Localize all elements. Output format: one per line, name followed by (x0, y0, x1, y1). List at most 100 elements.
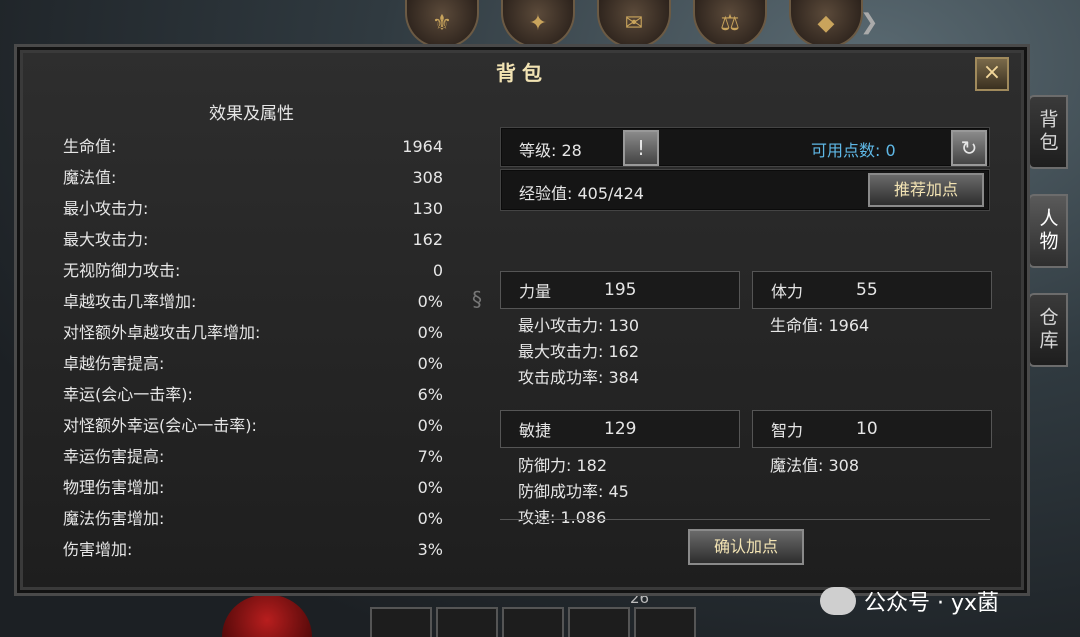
stat-label: 最小攻击力: (63, 199, 149, 218)
stat-label: 无视防御力攻击: (63, 261, 181, 280)
stat-value: 0% (417, 354, 443, 373)
tab-character[interactable]: 人物 (1028, 194, 1068, 268)
stat-row: 卓越攻击几率增加: 0% (63, 286, 443, 317)
detail-line: 最小攻击力: 130 (518, 316, 640, 335)
detail-line: 防御力: 182 (518, 456, 608, 475)
level-label: 等级: 28 (519, 141, 582, 160)
stat-value: 308 (412, 168, 443, 187)
attr-strength: 力量 195 (500, 271, 740, 309)
top-menu-icon-2[interactable]: ✦ (501, 0, 575, 48)
info-icon[interactable]: ! (623, 130, 659, 166)
stat-row: 幸运伤害提高: 7% (63, 441, 443, 472)
stat-row: 卓越伤害提高: 0% (63, 348, 443, 379)
skill-bar (370, 607, 696, 637)
stat-value: 130 (412, 199, 443, 218)
top-menu-icons: ⚜ ✦ ✉ ⚖ ◆ (405, 0, 863, 48)
top-menu-icon-3[interactable]: ✉ (597, 0, 671, 48)
stat-label: 幸运(会心一击率): (63, 385, 193, 404)
stat-label: 生命值: (63, 137, 117, 156)
stat-label: 对怪额外幸运(会心一击率): (63, 416, 257, 435)
confirm-button[interactable]: 确认加点 (688, 529, 804, 565)
attr-vitality-name: 体力 (771, 282, 804, 301)
stat-list: 生命值: 1964 魔法值: 308 最小攻击力: 130 最大攻击力: 162 无视防御力攻击… (63, 131, 443, 565)
top-menu-icon-4[interactable]: ⚖ (693, 0, 767, 48)
panel-divider (500, 519, 990, 520)
divider-ornament: § (472, 287, 482, 311)
tab-warehouse[interactable]: 仓库 (1028, 293, 1068, 367)
top-menu-icon-5[interactable]: ◆ (789, 0, 863, 48)
attr-vitality: 体力 55 (752, 271, 992, 309)
stat-row: 魔法值: 308 (63, 162, 443, 193)
stat-value: 3% (417, 540, 443, 559)
stat-row: 对怪额外幸运(会心一击率): 0% (63, 410, 443, 441)
stat-value: 0% (417, 292, 443, 311)
skill-slot[interactable] (502, 607, 564, 637)
stat-row: 魔法伤害增加: 0% (63, 503, 443, 534)
attr-energy-value: 10 (856, 419, 878, 439)
tab-bag[interactable]: 背包 (1028, 95, 1068, 169)
attr-agility: 敏捷 129 (500, 410, 740, 448)
stat-row: 物理伤害增加: 0% (63, 472, 443, 503)
attr-strength-name: 力量 (519, 282, 552, 301)
stat-label: 魔法值: (63, 168, 117, 187)
window-title: 背包 (496, 61, 548, 85)
stat-value: 162 (412, 230, 443, 249)
detail-line: 生命值: 1964 (770, 316, 870, 335)
stat-value: 0 (432, 261, 443, 280)
stat-label: 物理伤害增加: (63, 478, 165, 497)
stat-value: 1964 (402, 137, 443, 156)
top-menu-icon-1[interactable]: ⚜ (405, 0, 479, 48)
stat-row: 生命值: 1964 (63, 131, 443, 162)
attr-energy-name: 智力 (771, 421, 804, 440)
detail-line: 攻速: 1.086 (518, 508, 607, 527)
stat-row: 无视防御力攻击: 0 (63, 255, 443, 286)
reset-icon[interactable]: ↻ (951, 130, 987, 166)
detail-line: 攻击成功率: 384 (518, 368, 640, 387)
stat-value: 6% (417, 385, 443, 404)
skill-slot[interactable] (436, 607, 498, 637)
stat-row: 最小攻击力: 130 (63, 193, 443, 224)
detail-line: 最大攻击力: 162 (518, 342, 640, 361)
exp-bar: 经验值: 405/424 推荐加点 (500, 169, 990, 211)
stat-value: 0% (417, 416, 443, 435)
available-points: 可用点数: 0 (811, 141, 896, 160)
close-icon[interactable]: × (975, 57, 1009, 91)
stat-value: 0% (417, 323, 443, 342)
vitality-details: 生命值: 1964 (770, 313, 869, 339)
stat-label: 幸运伤害提高: (63, 447, 165, 466)
watermark-text: 公众号 · yx菌 (864, 591, 1000, 616)
energy-details: 魔法值: 308 (770, 453, 859, 479)
attr-strength-value: 195 (604, 280, 637, 300)
attr-agility-value: 129 (604, 419, 637, 439)
detail-line: 魔法值: 308 (770, 456, 860, 475)
stat-label: 卓越攻击几率增加: (63, 292, 197, 311)
exp-label: 经验值: 405/424 (519, 184, 644, 203)
watermark: 公众号 · yx菌 (820, 585, 999, 617)
stat-value: 0% (417, 478, 443, 497)
skill-slot[interactable] (634, 607, 696, 637)
skill-slot[interactable] (370, 607, 432, 637)
strength-details: 最小攻击力: 130 最大攻击力: 162 攻击成功率: 384 (518, 313, 639, 391)
attr-energy: 智力 10 (752, 410, 992, 448)
stat-value: 7% (417, 447, 443, 466)
stats-panel: 效果及属性 生命值: 1964 魔法值: 308 最小攻击力: 130 最大攻击力: 162 无… (39, 99, 469, 579)
stat-label: 卓越伤害提高: (63, 354, 165, 373)
stat-row: 最大攻击力: 162 (63, 224, 443, 255)
wechat-icon (820, 587, 856, 615)
skill-slot[interactable] (568, 607, 630, 637)
stat-label: 对怪额外卓越攻击几率增加: (63, 323, 261, 342)
stat-label: 伤害增加: (63, 540, 133, 559)
chevron-right-icon[interactable]: ❯ (860, 10, 878, 35)
character-window: 背包 × 效果及属性 生命值: 1964 魔法值: 308 最小攻击力: 130 最大攻击力… (14, 44, 1030, 596)
stats-header: 效果及属性 (209, 104, 294, 124)
stat-label: 魔法伤害增加: (63, 509, 165, 528)
attr-vitality-value: 55 (856, 280, 878, 300)
side-tabs: 背包 人物 仓库 (1028, 95, 1068, 392)
stat-label: 最大攻击力: (63, 230, 149, 249)
attribute-panel: 等级: 28 ! 可用点数: 0 ↻ 经验值: 405/424 推荐加点 力量 … (500, 127, 996, 567)
stat-row: 幸运(会心一击率): 6% (63, 379, 443, 410)
recommend-button[interactable]: 推荐加点 (868, 173, 984, 207)
detail-line: 防御成功率: 45 (518, 482, 629, 501)
stat-row: 对怪额外卓越攻击几率增加: 0% (63, 317, 443, 348)
attr-agility-name: 敏捷 (519, 421, 552, 440)
